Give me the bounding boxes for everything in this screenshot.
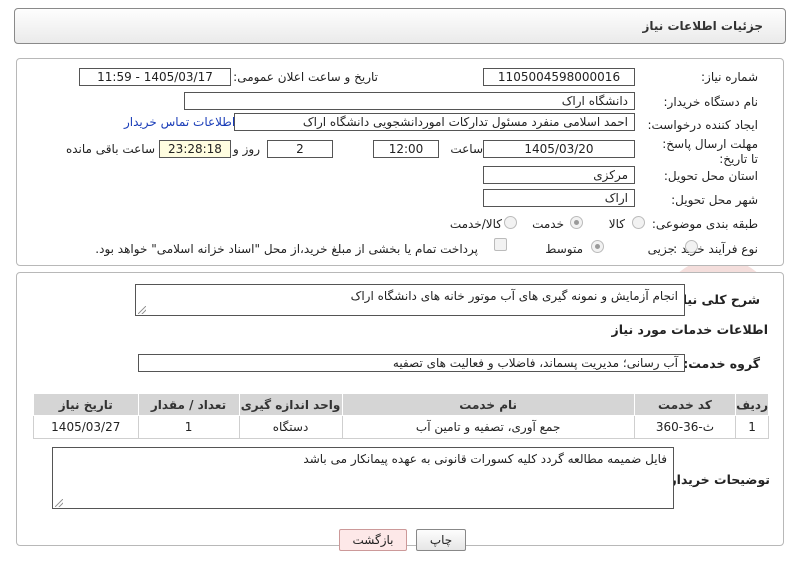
buyer-org-label: نام دستگاه خریدار: bbox=[663, 95, 759, 109]
deadline-date-field: 1405/03/20 bbox=[483, 140, 635, 158]
deadline-time-field: 12:00 bbox=[373, 140, 439, 158]
services-table-header: ردیف کد خدمت نام خدمت واحد اندازه گیری ت… bbox=[33, 393, 769, 416]
announce-datetime-label: تاریخ و ساعت اعلان عمومی: bbox=[233, 70, 378, 84]
purchase-type-radio-medium[interactable] bbox=[591, 240, 604, 253]
treasury-note: پرداخت تمام یا بخشی از مبلغ خرید،از محل … bbox=[95, 242, 478, 256]
city-label: شهر محل تحویل: bbox=[671, 193, 758, 207]
services-section-title: اطلاعات خدمات مورد نیاز bbox=[611, 322, 769, 337]
col-quantity: تعداد / مقدار bbox=[137, 393, 240, 416]
page-title: جزئیات اطلاعات نیاز bbox=[642, 19, 763, 33]
remaining-time-field: 23:28:18 bbox=[159, 140, 231, 158]
category-radio-goods-service[interactable] bbox=[504, 216, 517, 229]
cell-need-date: 1405/03/27 bbox=[33, 415, 139, 439]
province-field: مرکزی bbox=[483, 166, 635, 184]
buyer-notes-resize-handle[interactable] bbox=[55, 499, 63, 507]
purchase-type-option-minor: جزیی bbox=[647, 242, 675, 256]
col-row-number: ردیف bbox=[735, 393, 769, 416]
cell-unit: دستگاه bbox=[238, 415, 343, 439]
deadline-time-label: ساعت bbox=[450, 142, 483, 156]
page-header: جزئیات اطلاعات نیاز bbox=[14, 8, 786, 44]
remaining-days-label: روز و bbox=[233, 142, 260, 156]
summary-textarea: انجام آزمایش و نمونه گیری های آب موتور خ… bbox=[135, 284, 685, 316]
cell-service-name: جمع آوری، تصفیه و تامین آب bbox=[341, 415, 635, 439]
col-unit: واحد اندازه گیری bbox=[238, 393, 343, 416]
category-option-goods: کالا bbox=[608, 217, 625, 231]
province-label: استان محل تحویل: bbox=[663, 169, 758, 183]
category-radio-goods[interactable] bbox=[632, 216, 645, 229]
buyer-org-field: دانشگاه اراک bbox=[184, 92, 635, 110]
buyer-notes-textarea: فایل ضمیمه مطالعه گردد کلیه کسورات قانون… bbox=[52, 447, 674, 509]
col-service-code: کد خدمت bbox=[633, 393, 737, 416]
category-option-service: خدمت bbox=[532, 217, 564, 231]
buyer-notes-label: توضیحات خریدار: bbox=[664, 472, 770, 487]
need-number-field: 1105004598000016 bbox=[483, 68, 635, 86]
treasury-checkbox[interactable] bbox=[494, 238, 507, 251]
services-table: ردیف کد خدمت نام خدمت واحد اندازه گیری ت… bbox=[33, 393, 769, 439]
cell-row-number: 1 bbox=[735, 415, 769, 439]
purchase-type-option-medium: متوسط bbox=[545, 242, 583, 256]
deadline-label: مهلت ارسال پاسخ: تا تاریخ: bbox=[662, 137, 758, 166]
category-radio-service[interactable] bbox=[570, 216, 583, 229]
service-group-field: آب رسانی؛ مدیریت پسماند، فاضلاب و فعالیت… bbox=[138, 354, 685, 372]
city-field: اراک bbox=[483, 189, 635, 207]
requester-label: ایجاد کننده درخواست: bbox=[647, 118, 758, 132]
table-row: 1 ث-36-360 جمع آوری، تصفیه و تامین آب دس… bbox=[33, 415, 769, 439]
requester-field: احمد اسلامی منفرد مسئول تدارکات اموردانش… bbox=[234, 113, 635, 131]
col-service-name: نام خدمت bbox=[341, 393, 635, 416]
cell-service-code: ث-36-360 bbox=[633, 415, 737, 439]
need-number-label: شماره نیاز: bbox=[701, 70, 758, 84]
summary-resize-handle[interactable] bbox=[138, 306, 146, 314]
service-group-label: گروه خدمت: bbox=[683, 356, 760, 371]
cell-quantity: 1 bbox=[137, 415, 240, 439]
announce-datetime-field: 1405/03/17 - 11:59 bbox=[79, 68, 231, 86]
remaining-time-label: ساعت باقی مانده bbox=[65, 142, 155, 156]
print-button[interactable]: چاپ bbox=[416, 529, 466, 551]
buyer-contact-link[interactable]: اطلاعات تماس خریدار bbox=[124, 115, 235, 129]
col-need-date: تاریخ نیاز bbox=[33, 393, 139, 416]
remaining-days-field: 2 bbox=[267, 140, 333, 158]
category-option-goods-service: کالا/خدمت bbox=[449, 217, 502, 231]
category-label: طبقه بندی موضوعی: bbox=[651, 217, 758, 231]
back-button[interactable]: بازگشت bbox=[339, 529, 407, 551]
purchase-type-radio-minor[interactable] bbox=[685, 240, 698, 253]
